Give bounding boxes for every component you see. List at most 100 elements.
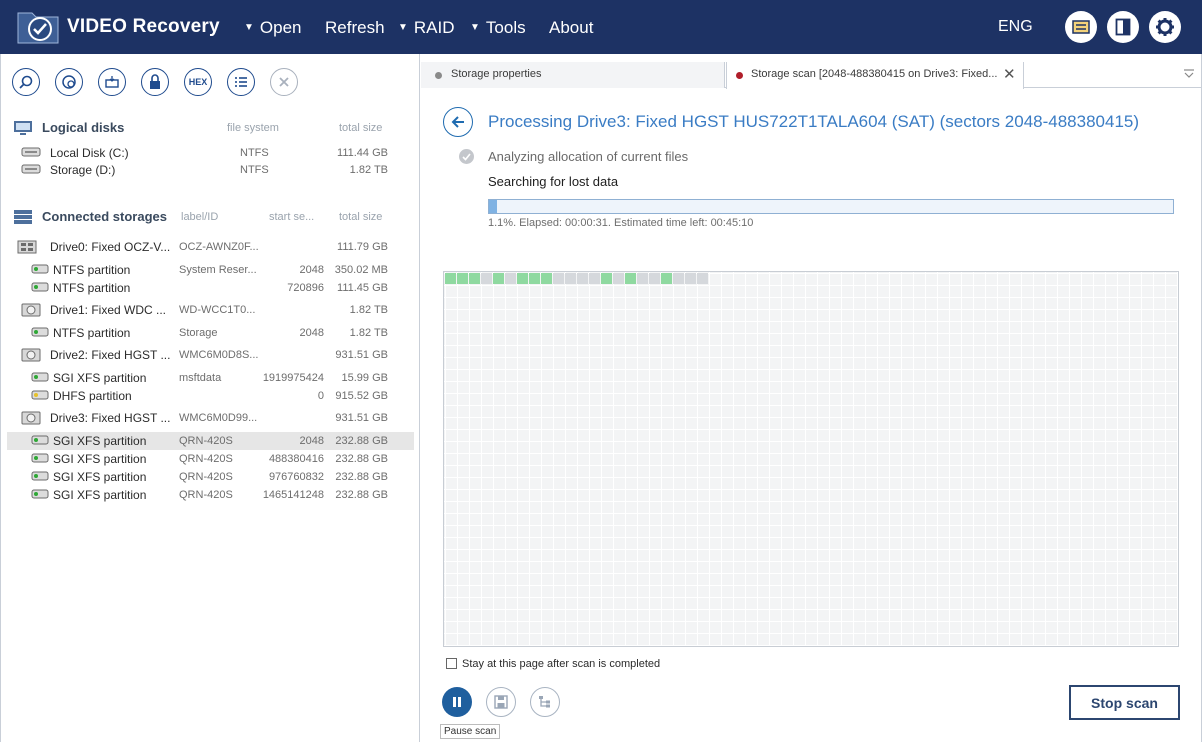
- sector-block: [661, 273, 672, 284]
- scan-progress-fill: [489, 200, 497, 213]
- top-bar: VIDEO Recovery ▼ Open Refresh ▼ RAID ▼ Tool…: [0, 0, 1202, 54]
- language-selector[interactable]: ENG: [998, 18, 1033, 36]
- partition-icon: [31, 435, 49, 445]
- disk-icon: [21, 164, 41, 174]
- partition-icon: [31, 453, 49, 463]
- stop-scan-button[interactable]: Stop scan: [1069, 685, 1180, 720]
- hdd-icon: [21, 348, 41, 362]
- tab-storage-scan[interactable]: Storage scan [2048-488380415 on Drive3: …: [726, 62, 1024, 89]
- tab-close-icon[interactable]: ✕: [1003, 65, 1016, 83]
- tree-icon: [539, 696, 550, 708]
- back-button[interactable]: [443, 107, 473, 137]
- app-title: VIDEO Recovery: [67, 16, 220, 37]
- image-button[interactable]: [98, 68, 126, 96]
- ssd-icon: [17, 240, 37, 254]
- menu-tools[interactable]: ▼ Tools: [470, 18, 526, 38]
- close-icon: [279, 77, 289, 87]
- storages-icon: [14, 210, 32, 224]
- sector-block: [589, 273, 600, 284]
- checkbox-icon[interactable]: [446, 658, 457, 669]
- partition-icon: [31, 327, 49, 337]
- close-button[interactable]: [270, 68, 298, 96]
- monitor-icon: [14, 121, 32, 135]
- save-button[interactable]: [486, 687, 516, 717]
- partition-row[interactable]: SGI XFS partition QRN-420S 1465141248 23…: [7, 486, 414, 504]
- sector-block: [565, 273, 576, 284]
- tab-strip: Storage properties Storage scan [2048-48…: [421, 62, 1201, 89]
- scan-title: Processing Drive3: Fixed HGST HUS722T1TA…: [488, 112, 1140, 131]
- column-total-size: total size: [339, 211, 383, 223]
- sector-block: [613, 273, 624, 284]
- stay-checkbox[interactable]: Stay at this page after scan is complete…: [446, 658, 660, 670]
- menu-raid[interactable]: ▼ RAID: [398, 18, 455, 38]
- menu-open[interactable]: ▼ Open: [244, 18, 302, 38]
- sector-block: [697, 273, 708, 284]
- pause-button[interactable]: [442, 687, 472, 717]
- search-icon: [19, 75, 33, 89]
- settings-button[interactable]: [1149, 11, 1181, 43]
- hex-icon: HEX: [188, 77, 208, 87]
- settings-icon: [1156, 18, 1174, 36]
- app-logo-icon: [17, 12, 59, 44]
- list-button[interactable]: [227, 68, 255, 96]
- sector-block: [577, 273, 588, 284]
- step-current: Searching for lost data: [488, 174, 619, 189]
- menu-about[interactable]: About: [549, 18, 593, 38]
- scan-progress-bar: [488, 199, 1174, 214]
- column-start-sector: start se...: [269, 211, 315, 223]
- sector-block: [649, 273, 660, 284]
- panel-toggle-button[interactable]: [1107, 11, 1139, 43]
- sector-block: [469, 273, 480, 284]
- lock-icon: [150, 74, 160, 89]
- logical-disk-row[interactable]: Storage (D:) NTFS 1.82 TB: [7, 161, 414, 179]
- partition-icon: [31, 282, 49, 292]
- logical-disk-row[interactable]: Local Disk (C:) NTFS 111.44 GB: [7, 144, 414, 162]
- image-icon: [105, 76, 119, 88]
- drive-row[interactable]: Drive3: Fixed HGST ... WMC6M0D99... 931.…: [7, 409, 414, 427]
- list-icon: [235, 77, 247, 87]
- tab-menu-icon[interactable]: [1183, 69, 1195, 79]
- sector-block: [505, 273, 516, 284]
- drive-row[interactable]: Drive1: Fixed WDC ... WD-WCC1T0... 1.82 …: [7, 301, 414, 319]
- sector-map: [443, 271, 1179, 647]
- drive-row[interactable]: Drive2: Fixed HGST ... WMC6M0D8S... 931.…: [7, 346, 414, 364]
- column-total-size: total size: [339, 122, 383, 134]
- lock-button[interactable]: [141, 68, 169, 96]
- sector-block: [553, 273, 564, 284]
- storage-pane: HEX Logical disks file system total size…: [0, 54, 420, 742]
- hdd-icon: [21, 303, 41, 317]
- partition-row[interactable]: SGI XFS partition QRN-420S 488380416 232…: [7, 450, 414, 468]
- partition-row[interactable]: NTFS partition Storage 2048 1.82 TB: [7, 324, 414, 342]
- tab-storage-properties[interactable]: Storage properties: [421, 62, 725, 88]
- hex-button[interactable]: HEX: [184, 68, 212, 96]
- hdd-icon: [21, 411, 41, 425]
- partition-row-selected[interactable]: SGI XFS partition QRN-420S 2048 232.88 G…: [7, 432, 414, 450]
- partition-row[interactable]: NTFS partition 720896 111.45 GB: [7, 279, 414, 297]
- partition-row[interactable]: SGI XFS partition msftdata 1919975424 15…: [7, 369, 414, 387]
- pause-tooltip: Pause scan: [440, 724, 501, 739]
- partition-row[interactable]: DHFS partition 0 915.52 GB: [7, 387, 414, 405]
- scan-pane: Storage properties Storage scan [2048-48…: [421, 54, 1202, 742]
- partition-row[interactable]: NTFS partition System Reser... 2048 350.…: [7, 261, 414, 279]
- partition-icon: [31, 372, 49, 382]
- sector-block: [493, 273, 504, 284]
- dropdown-triangle-icon: ▼: [398, 22, 408, 33]
- tree-view-button[interactable]: [530, 687, 560, 717]
- menu-refresh[interactable]: Refresh: [325, 18, 385, 38]
- tab-status-dot: [435, 72, 442, 79]
- sector-block: [541, 273, 552, 284]
- sector-block: [517, 273, 528, 284]
- search-button[interactable]: [12, 68, 40, 96]
- messages-button[interactable]: [1065, 11, 1097, 43]
- pause-icon: [453, 697, 461, 707]
- drive-row[interactable]: Drive0: Fixed OCZ-V... OCZ-AWNZ0F... 111…: [7, 238, 414, 256]
- sector-block: [529, 273, 540, 284]
- tab-status-dot: [736, 72, 743, 79]
- sector-block: [445, 273, 456, 284]
- scan-button[interactable]: [55, 68, 83, 96]
- sector-block: [685, 273, 696, 284]
- partition-row[interactable]: SGI XFS partition QRN-420S 976760832 232…: [7, 468, 414, 486]
- check-icon: [459, 149, 474, 164]
- progress-text: 1.1%. Elapsed: 00:00:31. Estimated time …: [488, 217, 754, 229]
- dropdown-triangle-icon: ▼: [470, 22, 480, 33]
